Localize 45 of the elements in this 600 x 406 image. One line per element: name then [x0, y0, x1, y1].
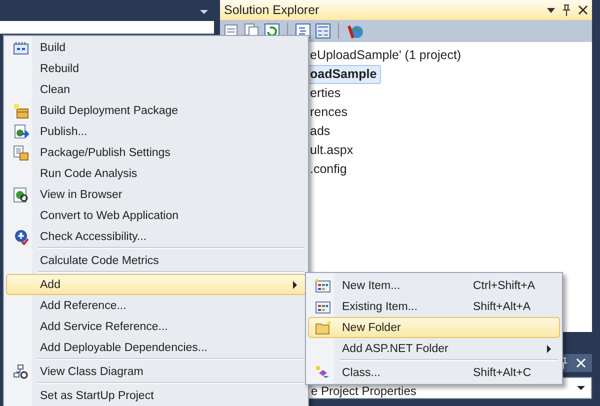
tree-item[interactable]: oadSample: [306, 65, 381, 84]
submenu-arrow-icon: [293, 280, 297, 288]
menu-item[interactable]: Package/Publish Settings: [6, 142, 306, 163]
tree-item[interactable]: rences: [306, 103, 352, 122]
menu-item[interactable]: Clean: [6, 79, 306, 100]
menu-item[interactable]: Run Code Analysis: [6, 163, 306, 184]
tree-item[interactable]: ult.aspx: [306, 141, 358, 160]
menu-item[interactable]: Add Deployable Dependencies...: [6, 337, 306, 358]
menu-item[interactable]: Existing Item... Shift+Alt+A: [308, 296, 560, 317]
globe-icon[interactable]: [346, 23, 364, 39]
submenu-arrow-icon: [547, 344, 551, 352]
tree-item[interactable]: .config: [306, 160, 351, 179]
folder-icon: [315, 320, 331, 334]
menu-item[interactable]: Rebuild: [6, 58, 306, 79]
tree-item[interactable]: erties: [306, 84, 345, 103]
menu-item[interactable]: Add Reference...: [6, 295, 306, 316]
menu-item[interactable]: View in Browser: [6, 184, 306, 205]
menu-item[interactable]: Convert to Web Application: [6, 205, 306, 226]
menu-item[interactable]: Build Deployment Package: [6, 100, 306, 121]
shortcut-text: Shift+Alt+A: [473, 300, 532, 312]
existing-item-icon: [315, 300, 331, 314]
menu-item[interactable]: Add: [6, 274, 306, 295]
shortcut-text: Ctrl+Shift+A: [473, 280, 536, 292]
class-diagram-icon: [13, 364, 29, 380]
menu-item[interactable]: Add ASP.NET Folder: [308, 338, 560, 359]
new-item-icon: [315, 278, 331, 292]
close-icon[interactable]: [578, 5, 588, 15]
menu-item[interactable]: Add Service Reference...: [6, 316, 306, 337]
menu-item[interactable]: New Item... Ctrl+Shift+A: [308, 275, 560, 296]
menu-item[interactable]: Check Accessibility...: [6, 226, 306, 247]
pin-icon[interactable]: [562, 4, 571, 16]
menu-item[interactable]: Calculate Code Metrics: [6, 250, 306, 271]
menu-item[interactable]: Publish...: [6, 121, 306, 142]
build-icon: [13, 40, 29, 54]
shortcut-text: Shift+Alt+C: [473, 366, 532, 378]
menu-item[interactable]: Build: [6, 37, 306, 58]
accessibility-icon: [13, 228, 29, 244]
publish-icon: [13, 124, 29, 140]
package-icon: [13, 102, 29, 118]
browser-icon: [13, 186, 29, 202]
menu-item[interactable]: New Folder: [308, 317, 560, 338]
panel-title: Solution Explorer: [224, 3, 320, 17]
view-designer-icon[interactable]: [315, 23, 331, 39]
tree-item[interactable]: eUploadSample' (1 project): [306, 46, 466, 65]
tree-item[interactable]: ads: [306, 122, 334, 141]
